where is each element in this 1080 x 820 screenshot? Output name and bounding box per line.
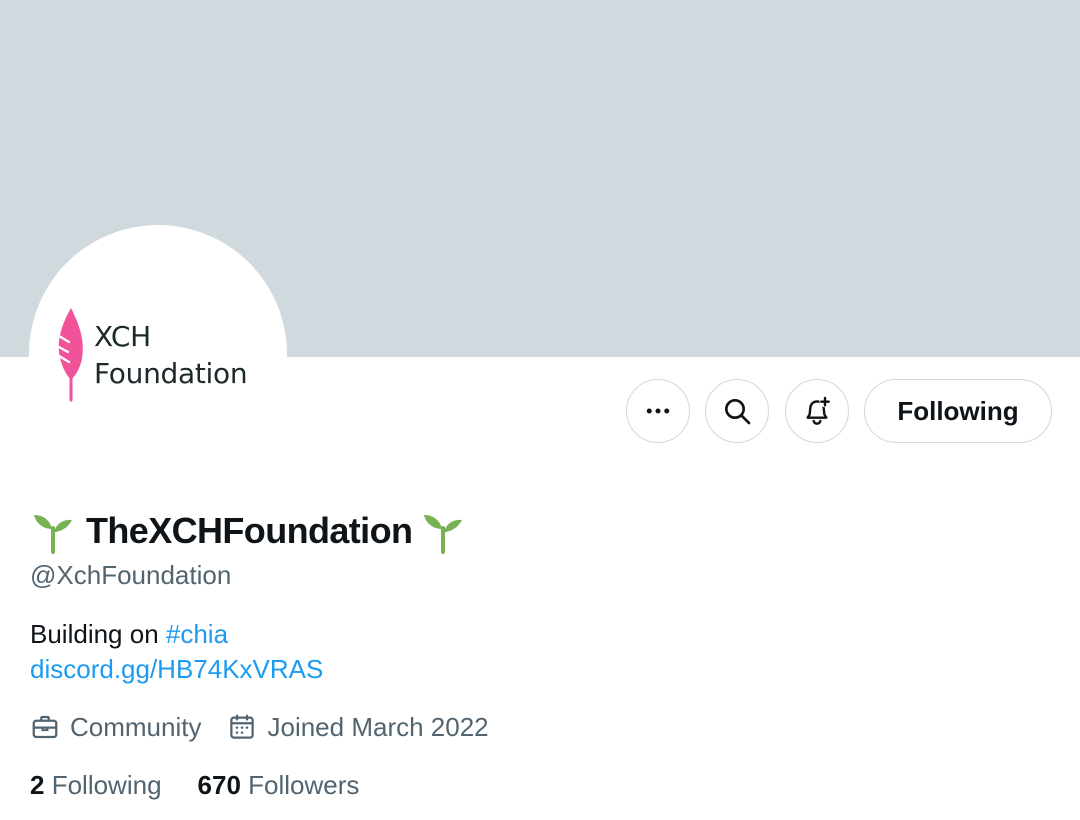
bio-text: Building on bbox=[30, 619, 166, 649]
seedling-icon bbox=[424, 515, 463, 554]
following-button[interactable]: Following bbox=[864, 379, 1052, 443]
more-button[interactable] bbox=[626, 379, 690, 443]
followers-label: Followers bbox=[248, 770, 360, 800]
follow-stats: 2 Following 670 Followers bbox=[30, 770, 395, 801]
category-label: Community bbox=[70, 711, 202, 742]
briefcase-icon bbox=[32, 715, 58, 739]
category-item: Community bbox=[30, 712, 201, 743]
hashtag-link[interactable]: #chia bbox=[166, 619, 228, 649]
following-count: 2 bbox=[30, 770, 45, 800]
calendar-icon bbox=[230, 714, 255, 739]
followers-count: 670 bbox=[197, 770, 241, 800]
search-button[interactable] bbox=[705, 379, 769, 443]
logo-text-line1: XCH bbox=[94, 320, 151, 353]
search-icon bbox=[725, 399, 751, 425]
profile-meta: Community Joined March 2022 bbox=[30, 709, 515, 745]
following-count-link[interactable]: 2 Following bbox=[30, 770, 162, 801]
profile-link[interactable]: discord.gg/HB74KxVRAS bbox=[30, 652, 323, 687]
logo-text-line2: Foundation bbox=[94, 357, 248, 390]
joined-label: Joined March 2022 bbox=[267, 711, 489, 742]
notify-button[interactable] bbox=[785, 379, 849, 443]
display-name: TheXCHFoundation bbox=[86, 510, 413, 551]
joined-item: Joined March 2022 bbox=[227, 711, 489, 743]
seedling-icon bbox=[34, 515, 72, 554]
bell-plus-icon bbox=[806, 396, 831, 425]
user-handle: @XchFoundation bbox=[30, 560, 232, 590]
more-icon bbox=[646, 408, 670, 414]
bio: Building on #chia bbox=[30, 617, 228, 652]
display-name-row: TheXCHFoundation bbox=[30, 508, 466, 554]
followers-count-link[interactable]: 670 Followers bbox=[198, 770, 360, 801]
feather-logo-icon bbox=[55, 308, 83, 402]
logo-wordmark: XCH Foundation bbox=[94, 318, 248, 392]
following-label: Following bbox=[51, 770, 162, 800]
